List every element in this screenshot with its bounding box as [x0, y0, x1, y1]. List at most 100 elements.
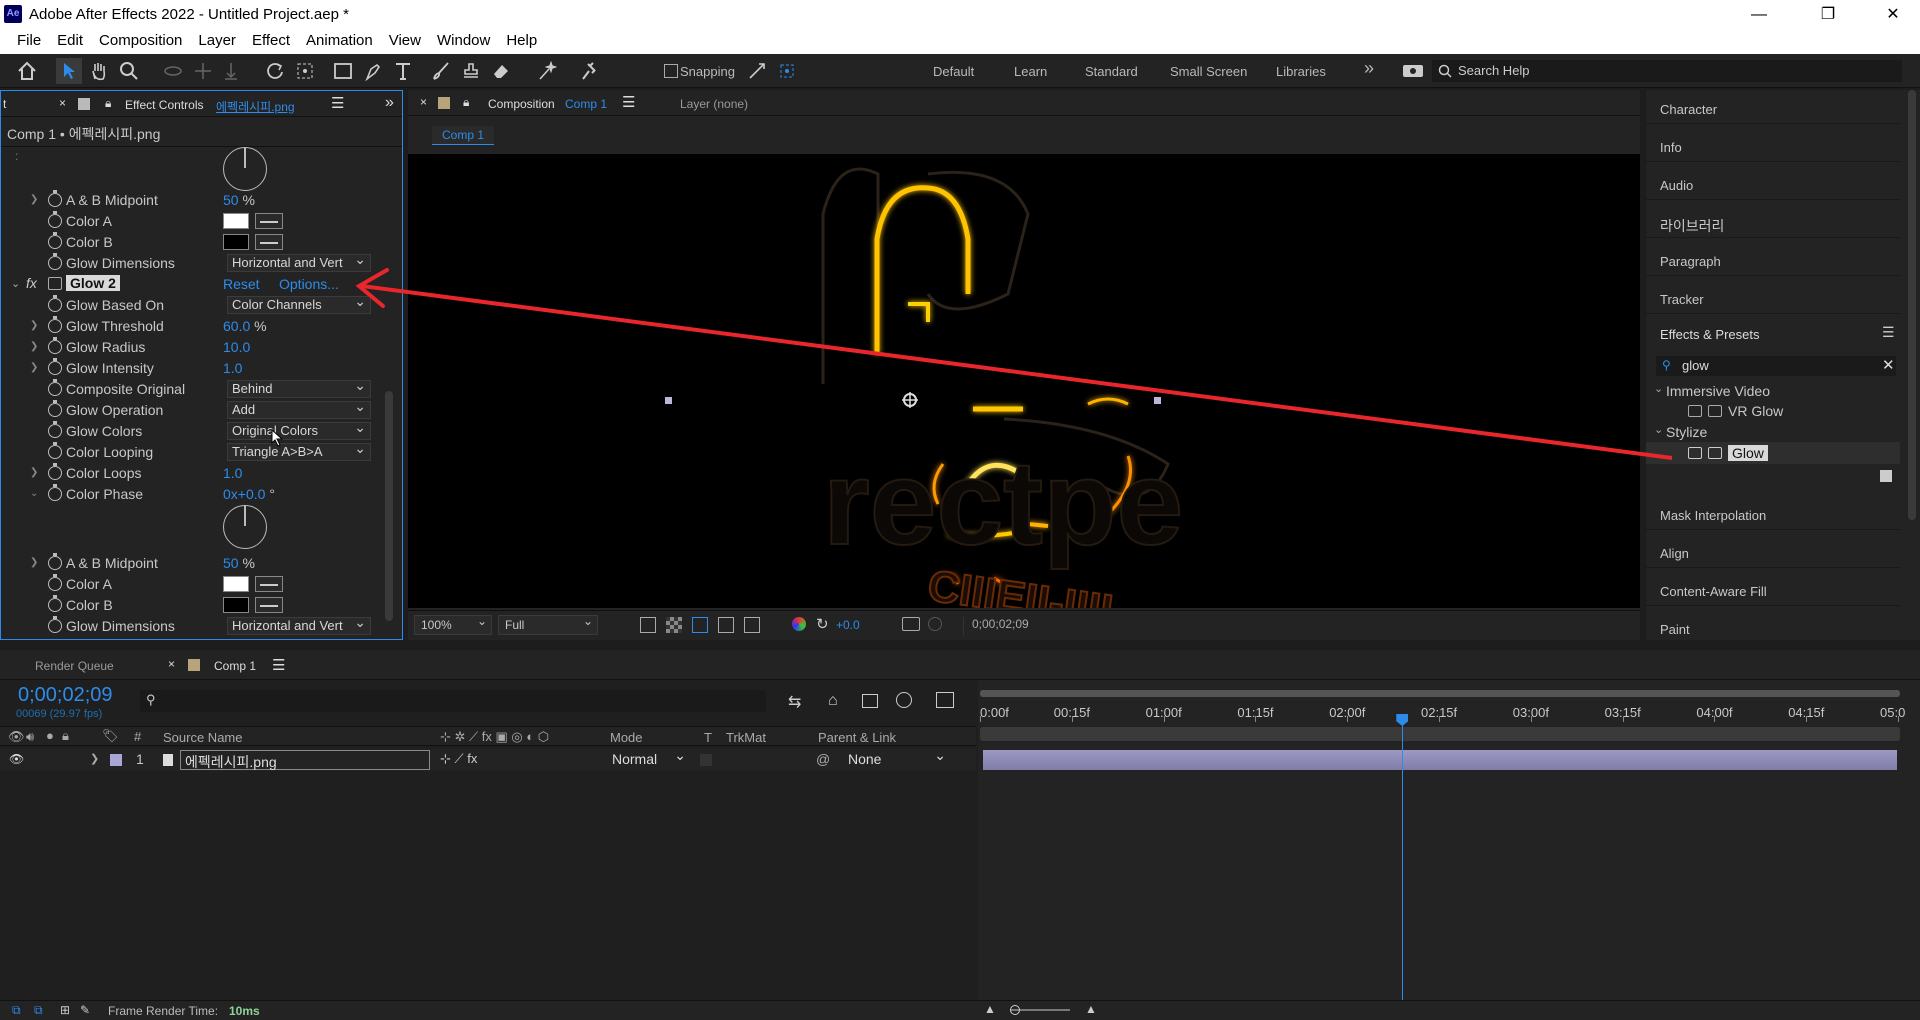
channel-icon[interactable] — [792, 617, 806, 631]
layer-name[interactable]: 에펙레시피.png — [180, 750, 430, 770]
collapse-chevron-icon[interactable]: ⌄ — [11, 277, 20, 290]
color-loops-value[interactable]: 1.0 — [223, 465, 242, 481]
paragraph-panel[interactable]: Paragraph — [1646, 240, 1900, 276]
work-area-bar[interactable] — [980, 690, 1900, 697]
audio-icon[interactable]: 🔊︎ — [26, 729, 34, 745]
layer-row[interactable]: 👁︎ ❯ 1 에펙레시피.png ⊹ ⟋ fx Normal ⌄ @ None ⌄ — [0, 747, 976, 771]
panel-menu-icon[interactable]: ☰ — [331, 94, 344, 112]
comp-breadcrumb[interactable]: Comp 1 — [432, 126, 495, 145]
parent-dropdown[interactable]: None ⌄ — [840, 747, 950, 770]
layer-duration-bar[interactable] — [983, 750, 1897, 770]
fx-toggle[interactable]: fx — [26, 275, 37, 291]
clear-search-icon[interactable]: ✕ — [1882, 356, 1895, 374]
effect-controls-tab[interactable]: Effect Controls — [125, 98, 203, 112]
effects-search-field[interactable]: ⚲ glow ✕ — [1656, 356, 1896, 376]
menu-edit[interactable]: Edit — [49, 30, 91, 54]
hand-tool-icon[interactable] — [86, 58, 112, 84]
dolly-camera-icon[interactable] — [218, 58, 244, 84]
eyedropper-icon[interactable] — [255, 597, 283, 613]
close-tab-icon[interactable]: × — [59, 96, 66, 110]
panel-menu-icon[interactable]: ☰ — [622, 93, 635, 111]
audio-panel[interactable]: Audio — [1646, 164, 1900, 200]
puppet-tool-icon[interactable] — [576, 58, 602, 84]
close-tab-icon[interactable]: × — [420, 95, 427, 109]
color-phase-value[interactable]: 0x+0.0 ° — [223, 486, 275, 502]
glow-intensity-value[interactable]: 1.0 — [223, 360, 242, 376]
twirl-icon[interactable]: ⌄ — [30, 488, 38, 499]
glow-2-name[interactable]: Glow 2 — [66, 275, 120, 291]
close-button[interactable]: ✕ — [1870, 2, 1916, 28]
graph-editor-icon[interactable] — [936, 692, 954, 708]
glow-threshold-value[interactable]: 60.0 % — [223, 318, 267, 334]
menu-view[interactable]: View — [381, 30, 429, 54]
composition-viewer[interactable]: rectpe CIIIEII-IIII — [408, 154, 1640, 608]
clone-stamp-tool-icon[interactable] — [458, 58, 484, 84]
eyedropper-icon[interactable] — [255, 213, 283, 229]
preserve-transparency-toggle[interactable] — [700, 754, 712, 766]
mask-visibility-icon[interactable] — [692, 617, 708, 633]
layer-switches[interactable]: ⊹ ⟋ fx — [440, 751, 477, 767]
composite-original-dropdown[interactable]: Behind — [227, 377, 371, 398]
in-out-toggle-icon[interactable]: ⊞ — [60, 1003, 70, 1017]
group-immersive-video[interactable]: ⌄ Immersive Video — [1646, 381, 1900, 401]
tracker-panel[interactable]: Tracker — [1646, 278, 1900, 314]
stopwatch-icon[interactable] — [48, 211, 62, 228]
twirl-icon[interactable]: ❯ — [30, 557, 38, 568]
transfer-controls-icon[interactable]: ⧉ — [34, 1003, 43, 1018]
exposure-value[interactable]: +0.0 — [836, 618, 860, 632]
stopwatch-icon[interactable] — [48, 337, 62, 354]
video-visibility-icon[interactable]: 👁︎ — [8, 729, 25, 745]
effect-item-vr-glow[interactable]: VR Glow — [1646, 401, 1900, 421]
zoom-tool-icon[interactable] — [116, 58, 142, 84]
orbit-camera-icon[interactable] — [160, 58, 186, 84]
stopwatch-icon[interactable] — [48, 232, 62, 249]
stopwatch-icon[interactable] — [48, 421, 62, 438]
workspace-default[interactable]: Default — [933, 64, 974, 79]
workspaces-more-button[interactable]: » — [1364, 58, 1374, 79]
stopwatch-icon[interactable] — [48, 190, 62, 207]
eraser-tool-icon[interactable] — [488, 58, 514, 84]
panel-menu-icon[interactable]: ☰ — [272, 656, 285, 674]
trkmat-header[interactable]: TrkMat — [726, 730, 766, 745]
eyedropper-icon[interactable] — [255, 576, 283, 592]
frame-blending-icon[interactable] — [862, 694, 878, 708]
twirl-icon[interactable]: ❯ — [30, 467, 38, 478]
brush-tool-icon[interactable] — [428, 58, 454, 84]
panel-overflow-icon[interactable]: » — [385, 94, 394, 112]
show-snapshot-icon[interactable] — [928, 617, 942, 631]
composition-tab-comp[interactable]: Comp 1 — [565, 97, 607, 111]
pickwhip-icon[interactable]: @ — [816, 751, 830, 767]
zoom-slider-knob[interactable] — [1010, 1005, 1020, 1015]
render-queue-tab[interactable]: Render Queue — [35, 659, 114, 673]
shy-layers-icon[interactable]: ⌂ — [828, 692, 838, 710]
group-stylize[interactable]: ⌄ Stylize — [1646, 422, 1900, 442]
twirl-icon[interactable]: ❯ — [90, 752, 99, 765]
stopwatch-icon[interactable] — [48, 595, 62, 612]
right-panel-scrollbar[interactable] — [1908, 90, 1916, 520]
reset-exposure-icon[interactable]: ↻ — [816, 615, 829, 633]
layer-switches-toggle-icon[interactable]: ⧉ — [12, 1003, 21, 1018]
guide-options-icon[interactable] — [718, 617, 734, 633]
home-icon[interactable] — [14, 58, 40, 84]
stopwatch-icon[interactable] — [48, 616, 62, 633]
comp-1-timeline-tab[interactable]: Comp 1 — [214, 659, 256, 673]
menu-composition[interactable]: Composition — [91, 30, 190, 54]
glow-colors-dropdown[interactable]: Original Colors — [227, 419, 371, 440]
stopwatch-icon[interactable] — [48, 379, 62, 396]
libraries-panel[interactable]: 라이브러리 — [1646, 202, 1900, 238]
minimize-button[interactable]: — — [1736, 2, 1782, 28]
resolution-dropdown[interactable]: Full ⌄ — [498, 614, 598, 635]
glow-radius-value[interactable]: 10.0 — [223, 339, 250, 355]
new-preset-icon[interactable] — [1880, 470, 1892, 482]
type-tool-icon[interactable] — [390, 58, 416, 84]
snapshot-icon[interactable] — [902, 617, 920, 631]
effect-controls-layer-link[interactable]: 에펙레시피.png — [216, 98, 295, 115]
twirl-icon[interactable]: ❯ — [30, 362, 38, 373]
stopwatch-icon[interactable] — [48, 574, 62, 591]
lock-icon[interactable]: 🔒︎ — [105, 96, 111, 111]
rectangle-tool-icon[interactable] — [330, 58, 356, 84]
menu-animation[interactable]: Animation — [298, 30, 381, 54]
label-icon[interactable]: 🏷︎ — [102, 728, 119, 744]
menu-window[interactable]: Window — [429, 30, 498, 54]
paint-panel[interactable]: Paint — [1646, 608, 1900, 644]
